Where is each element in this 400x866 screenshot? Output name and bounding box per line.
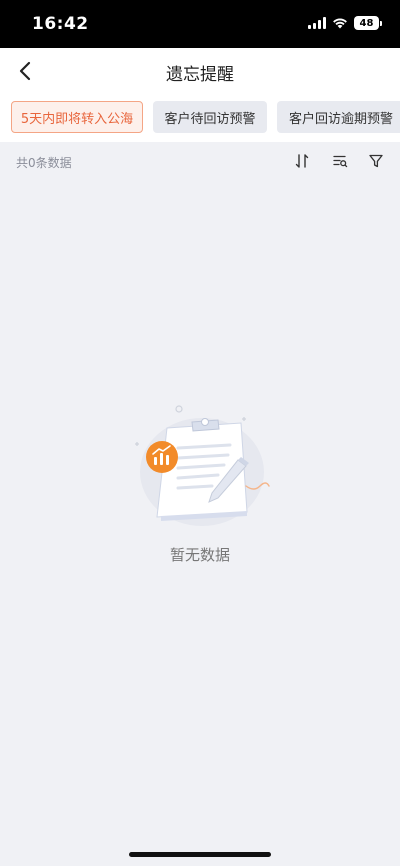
list-toolbar: 共0条数据: [0, 142, 400, 180]
tab-public-pool-5-days[interactable]: 5天内即将转入公海: [11, 101, 143, 133]
list-search-icon[interactable]: [331, 152, 349, 170]
filter-icon[interactable]: [367, 152, 385, 170]
battery-icon: 48: [354, 16, 382, 30]
signal-icon: [308, 17, 326, 29]
nav-bar: 遗忘提醒: [0, 48, 400, 94]
empty-clipboard-illustration: [135, 405, 270, 526]
filter-tabs: 5天内即将转入公海 客户待回访预警 客户回访逾期预警: [0, 94, 400, 142]
wifi-icon: [333, 18, 347, 29]
tab-overdue-visit-warning[interactable]: 客户回访逾期预警: [277, 101, 400, 133]
empty-state-text: 暂无数据: [169, 546, 230, 564]
tab-pending-visit-warning[interactable]: 客户待回访预警: [153, 101, 267, 133]
page-title: 遗忘提醒: [166, 65, 234, 85]
sort-icon[interactable]: [293, 152, 311, 170]
home-indicator: [129, 852, 271, 857]
empty-state: 暂无数据: [0, 400, 400, 570]
battery-level: 48: [354, 16, 379, 30]
record-count: 共0条数据: [16, 156, 72, 170]
status-bar: 16:42 48: [0, 0, 400, 48]
status-time: 16:42: [32, 14, 89, 34]
status-indicators: 48: [308, 16, 382, 30]
